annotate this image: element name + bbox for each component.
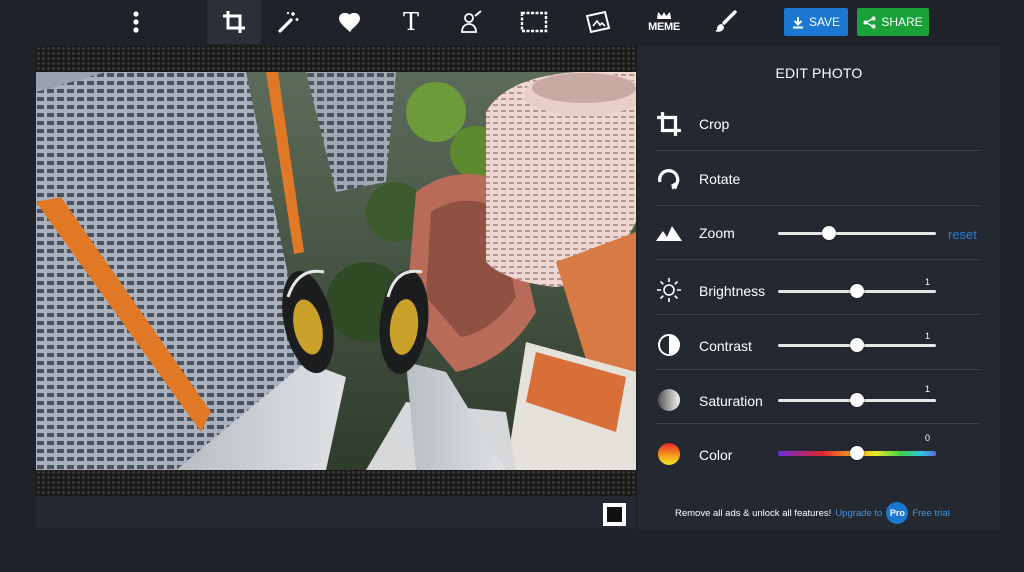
crop-tool-button[interactable] xyxy=(207,0,261,44)
color-slider-thumb[interactable] xyxy=(850,446,864,460)
edit-photo-panel: EDIT PHOTO Crop Rotate Zoom reset Bright… xyxy=(638,46,1000,530)
upgrade-link[interactable]: Upgrade to xyxy=(835,508,882,519)
brush-icon xyxy=(715,10,737,32)
saturation-row: Saturation 1 xyxy=(656,370,980,424)
square-icon xyxy=(607,507,622,522)
contrast-row: Contrast 1 xyxy=(656,316,980,370)
sticker-tool-button[interactable] xyxy=(571,0,625,44)
brightness-row: Brightness 1 xyxy=(656,261,980,315)
photo-canvas[interactable] xyxy=(36,46,636,496)
text-icon: T xyxy=(402,8,419,36)
upgrade-promo: Remove all ads & unlock all features! Up… xyxy=(675,502,975,524)
contrast-icon xyxy=(658,334,680,356)
zoom-row: Zoom reset xyxy=(656,206,980,260)
crop-label: Crop xyxy=(699,116,730,132)
share-icon xyxy=(863,16,876,28)
contrast-slider[interactable] xyxy=(778,338,936,352)
zoom-slider[interactable] xyxy=(778,226,936,240)
brightness-slider-thumb[interactable] xyxy=(850,284,864,298)
brightness-label: Brightness xyxy=(699,283,766,299)
share-label: SHARE xyxy=(881,15,923,29)
contrast-slider-thumb[interactable] xyxy=(850,338,864,352)
brightness-slider[interactable] xyxy=(778,284,936,298)
sun-icon xyxy=(657,278,681,302)
color-gradient-icon xyxy=(658,443,680,465)
canvas-mesh-bottom xyxy=(36,470,636,496)
download-icon xyxy=(792,16,803,28)
rooftop-feet-photo xyxy=(36,72,636,470)
saturation-value: 1 xyxy=(925,384,931,394)
text-tool-button[interactable]: T xyxy=(384,0,438,44)
meme-crown-icon xyxy=(657,12,671,19)
save-button[interactable]: SAVE xyxy=(784,8,848,36)
top-toolbar: T MEME SAVE SHARE xyxy=(0,0,1024,44)
frame-icon xyxy=(520,11,548,33)
crop-row[interactable]: Crop xyxy=(656,97,980,151)
frame-tool-button[interactable] xyxy=(507,0,561,44)
heart-icon xyxy=(339,13,360,32)
sticker-icon xyxy=(585,10,611,34)
crop-icon xyxy=(223,11,245,33)
canvas-mesh-top xyxy=(36,46,636,72)
panel-title: EDIT PHOTO xyxy=(775,65,863,81)
zoom-slider-thumb[interactable] xyxy=(821,226,836,240)
zoom-label: Zoom xyxy=(699,225,735,241)
saturation-slider[interactable] xyxy=(778,393,936,407)
vertical-dots-icon xyxy=(133,11,139,33)
canvas-footer-bar xyxy=(36,496,636,528)
meme-label: MEME xyxy=(648,21,680,33)
save-label: SAVE xyxy=(808,15,841,29)
free-trial-link[interactable]: Free trial xyxy=(912,508,949,519)
saturation-label: Saturation xyxy=(699,393,763,409)
crop-frame-toggle[interactable] xyxy=(603,503,626,526)
magic-wand-tool-button[interactable] xyxy=(262,0,316,44)
rotate-label: Rotate xyxy=(699,171,741,187)
favorites-tool-button[interactable] xyxy=(323,0,377,44)
draw-tool-button[interactable] xyxy=(444,0,498,44)
contrast-value: 1 xyxy=(925,331,931,341)
mountains-icon xyxy=(656,226,682,241)
color-value: 0 xyxy=(925,433,931,443)
more-menu-button[interactable] xyxy=(109,0,163,44)
crop-icon xyxy=(657,112,681,136)
color-label: Color xyxy=(699,447,733,463)
rotate-row[interactable]: Rotate xyxy=(656,152,980,206)
zoom-reset-link[interactable]: reset xyxy=(948,227,977,242)
pro-badge[interactable]: Pro xyxy=(886,502,909,524)
share-button[interactable]: SHARE xyxy=(857,8,929,36)
brush-tool-button[interactable] xyxy=(698,0,752,44)
magic-wand-icon xyxy=(278,12,299,33)
draw-icon xyxy=(461,10,482,33)
saturation-slider-thumb[interactable] xyxy=(850,393,864,407)
color-row: Color 0 xyxy=(656,425,980,479)
color-slider[interactable] xyxy=(778,446,936,460)
rotate-icon xyxy=(658,169,680,190)
brightness-value: 1 xyxy=(925,277,931,287)
promo-text: Remove all ads & unlock all features! xyxy=(675,507,832,519)
contrast-label: Contrast xyxy=(699,338,752,354)
edited-photo xyxy=(36,72,636,470)
saturation-icon xyxy=(658,389,680,411)
meme-tool-button[interactable]: MEME xyxy=(637,0,691,44)
